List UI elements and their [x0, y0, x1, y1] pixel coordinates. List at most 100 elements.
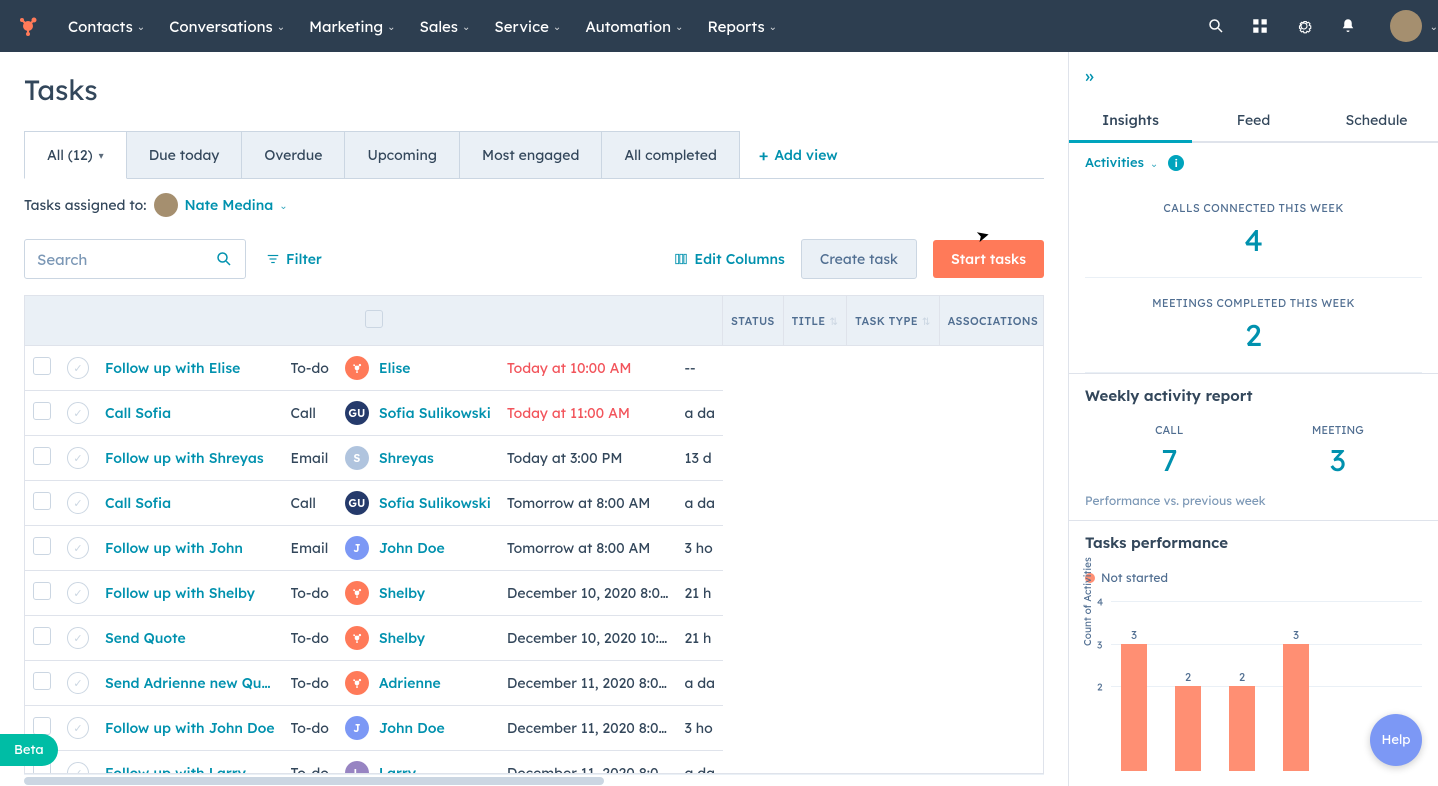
table-row[interactable]: ✓Follow up with EliseTo-doEliseToday at … [25, 346, 723, 391]
status-toggle[interactable]: ✓ [67, 762, 89, 774]
table-row[interactable]: ✓Call SofiaCallGUSofia SulikowskiTomorro… [25, 481, 723, 526]
association-link[interactable]: John Doe [379, 719, 445, 737]
task-title-link[interactable]: Follow up with Larry [105, 764, 246, 774]
view-tab[interactable]: Overdue [241, 131, 345, 178]
nav-sales[interactable]: Sales⌄ [420, 17, 471, 36]
status-toggle[interactable]: ✓ [67, 492, 89, 514]
horizontal-scrollbar[interactable] [24, 774, 1044, 786]
status-toggle[interactable]: ✓ [67, 672, 89, 694]
task-title-link[interactable]: Call Sofia [105, 494, 171, 512]
row-checkbox[interactable] [33, 447, 51, 465]
task-title-link[interactable]: Follow up with Elise [105, 359, 240, 377]
row-checkbox[interactable] [33, 672, 51, 690]
view-tab[interactable]: Due today [126, 131, 243, 178]
tab-feed[interactable]: Feed [1192, 99, 1315, 141]
task-title-link[interactable]: Send Quote [105, 629, 186, 647]
start-tasks-button[interactable]: Start tasks [933, 240, 1044, 278]
task-title-link[interactable]: Follow up with Shelby [105, 584, 255, 602]
activities-dropdown[interactable]: Activities⌄ [1085, 155, 1158, 171]
task-type: Email [283, 436, 337, 481]
association-link[interactable]: Sofia Sulikowski [379, 494, 491, 512]
contact-avatar: GU [345, 491, 369, 515]
marketplace-icon[interactable] [1250, 16, 1270, 36]
task-type: To-do [283, 616, 337, 661]
status-toggle[interactable]: ✓ [67, 537, 89, 559]
view-tab[interactable]: All completed [601, 131, 740, 178]
search-input[interactable] [24, 239, 246, 279]
last-contacted: a da [676, 751, 723, 774]
metric-meetings: MEETINGS COMPLETED THIS WEEK 2 [1085, 278, 1422, 373]
nav-marketing[interactable]: Marketing⌄ [309, 17, 395, 36]
table-row[interactable]: ✓Follow up with JohnEmailJJohn DoeTomorr… [25, 526, 723, 571]
table-row[interactable]: ✓ Send Quote To-do Shelby December 10, 2020 … [25, 616, 723, 661]
search-icon[interactable] [1206, 16, 1226, 36]
task-title-link[interactable]: Follow up with John [105, 539, 243, 557]
row-checkbox[interactable] [33, 357, 51, 375]
due-date: Today at 3:00 PM [499, 436, 677, 481]
row-checkbox[interactable] [33, 627, 51, 645]
table-header: STATUS TITLE⇅ TASK TYPE⇅ ASSOCIATIONS DU… [25, 296, 1044, 346]
association-link[interactable]: John Doe [379, 539, 445, 557]
view-tab[interactable]: Upcoming [344, 131, 460, 178]
association-link[interactable]: Shreyas [379, 449, 434, 467]
association-link[interactable]: Shelby [379, 584, 425, 602]
view-tab[interactable]: Most engaged [459, 131, 602, 178]
row-checkbox[interactable] [33, 717, 51, 735]
table-row[interactable]: ✓Follow up with LarryTo-doLLarryDecember… [25, 751, 723, 774]
task-title-link[interactable]: Send Adrienne new Qu… [105, 674, 271, 692]
due-date: December 10, 2020 10:… [499, 616, 677, 661]
table-row[interactable]: ✓Follow up with ShreyasEmailSShreyasToda… [25, 436, 723, 481]
status-toggle[interactable]: ✓ [67, 402, 89, 424]
nav-contacts[interactable]: Contacts⌄ [68, 17, 145, 36]
create-task-button[interactable]: Create task [801, 239, 917, 279]
table-row[interactable]: ✓Follow up with ShelbyTo-doShelbyDecembe… [25, 571, 723, 616]
last-contacted: a da [676, 391, 723, 436]
task-title-link[interactable]: Call Sofia [105, 404, 171, 422]
beta-badge[interactable]: Beta [0, 734, 58, 766]
nav-automation[interactable]: Automation⌄ [585, 17, 683, 36]
tab-schedule[interactable]: Schedule [1315, 99, 1438, 141]
tab-insights[interactable]: Insights [1069, 99, 1192, 141]
task-title-link[interactable]: Follow up with Shreyas [105, 449, 264, 467]
row-checkbox[interactable] [33, 537, 51, 555]
row-checkbox[interactable] [33, 402, 51, 420]
row-checkbox[interactable] [33, 492, 51, 510]
edit-columns-button[interactable]: Edit Columns [674, 250, 784, 268]
help-button[interactable]: Help [1370, 714, 1422, 766]
gear-icon[interactable] [1294, 16, 1314, 36]
association-link[interactable]: Sofia Sulikowski [379, 404, 491, 422]
task-title-link[interactable]: Follow up with John Doe [105, 719, 275, 737]
status-toggle[interactable]: ✓ [67, 627, 89, 649]
view-tab[interactable]: All (12)▾ [24, 131, 127, 179]
nav-service[interactable]: Service⌄ [494, 17, 561, 36]
due-date: Tomorrow at 8:00 AM [499, 526, 677, 571]
search-field[interactable] [37, 250, 197, 269]
status-toggle[interactable]: ✓ [67, 357, 89, 379]
info-icon[interactable]: i [1168, 155, 1184, 171]
metric-meeting-count: MEETING 3 [1254, 423, 1423, 479]
table-row[interactable]: ✓Follow up with John DoeTo-doJJohn DoeDe… [25, 706, 723, 751]
nav-conversations[interactable]: Conversations⌄ [169, 17, 285, 36]
user-avatar[interactable]: ⌄ [1390, 10, 1422, 42]
chart-bar: 2 [1229, 686, 1255, 771]
status-toggle[interactable]: ✓ [67, 582, 89, 604]
association-link[interactable]: Adrienne [379, 674, 441, 692]
association-link[interactable]: Shelby [379, 629, 425, 647]
hubspot-logo[interactable] [16, 14, 40, 38]
association-link[interactable]: Larry [379, 764, 416, 774]
nav-reports[interactable]: Reports⌄ [707, 17, 777, 36]
table-row[interactable]: ✓Call SofiaCallGUSofia SulikowskiToday a… [25, 391, 723, 436]
association-link[interactable]: Elise [379, 359, 411, 377]
collapse-panel-icon[interactable]: » [1069, 52, 1438, 99]
bell-icon[interactable] [1338, 16, 1358, 36]
assignee-dropdown[interactable]: Nate Medina⌄ [154, 193, 287, 217]
add-view-button[interactable]: +Add view [759, 145, 838, 165]
select-all-checkbox[interactable] [365, 310, 383, 328]
due-date: Today at 10:00 AM [499, 346, 677, 391]
filter-button[interactable]: Filter [266, 250, 322, 268]
status-toggle[interactable]: ✓ [67, 717, 89, 739]
status-toggle[interactable]: ✓ [67, 447, 89, 469]
table-row[interactable]: ✓Send Adrienne new Qu…To-doAdrienneDecem… [25, 661, 723, 706]
row-checkbox[interactable] [33, 582, 51, 600]
tasks-performance-heading: Tasks performance [1069, 520, 1438, 564]
